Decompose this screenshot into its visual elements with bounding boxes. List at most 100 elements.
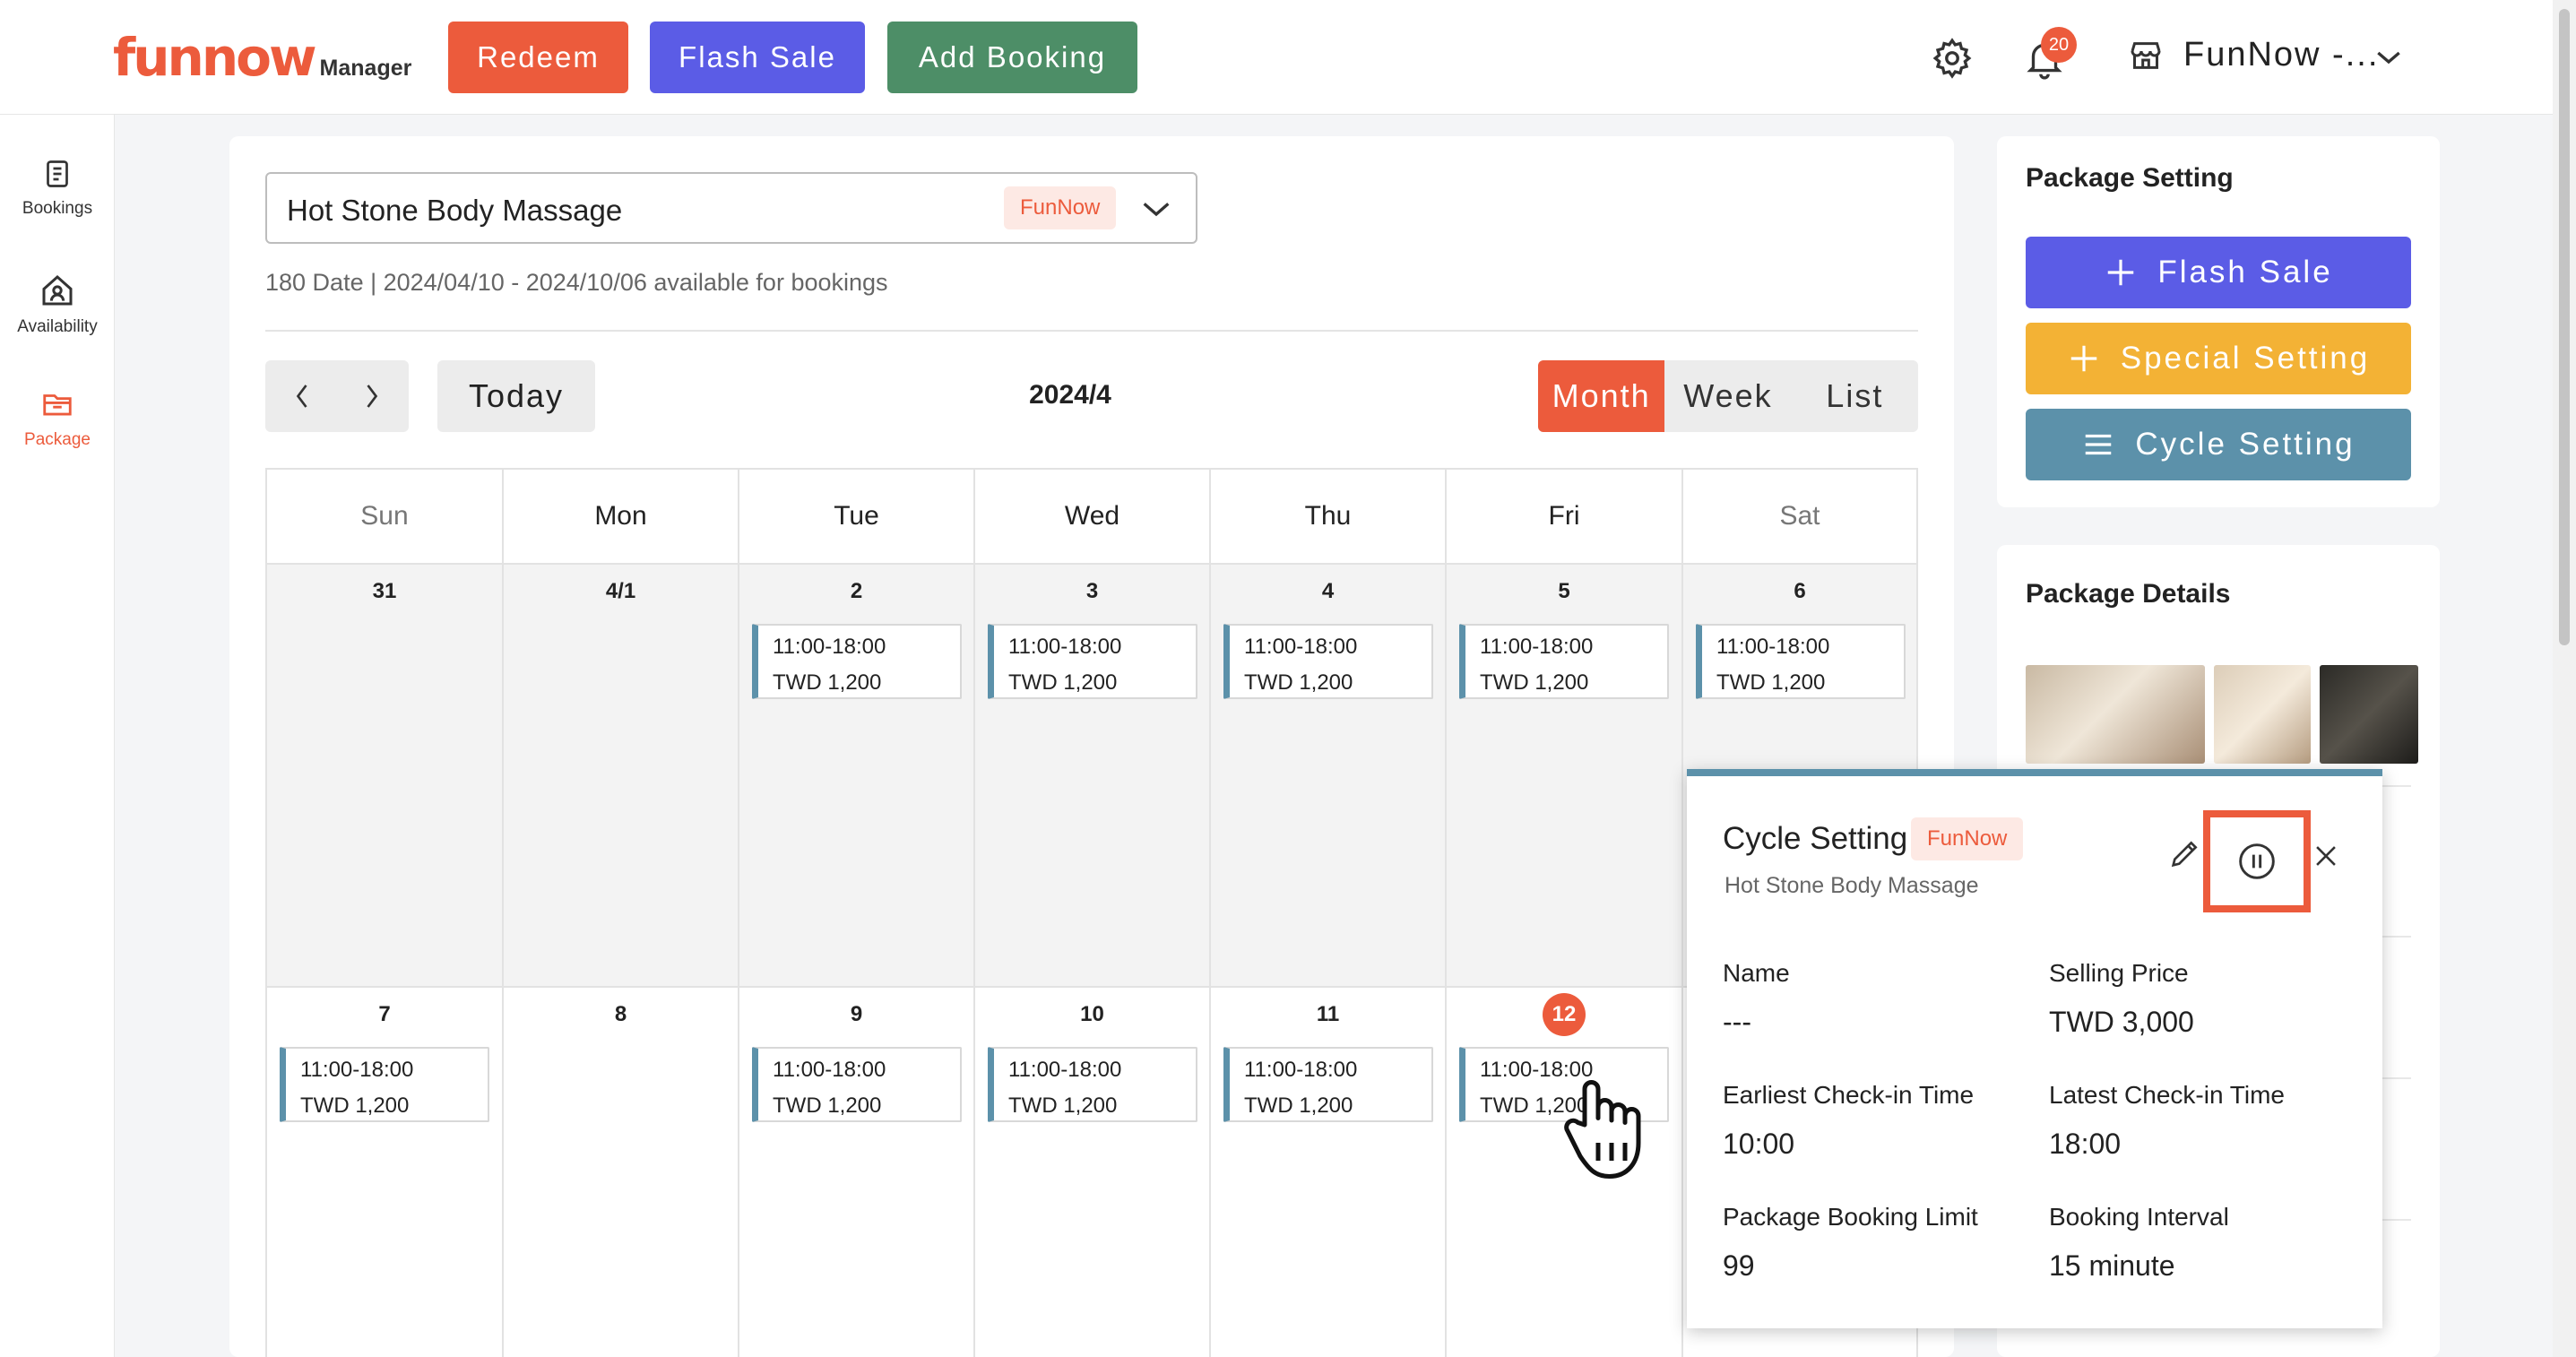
calendar-day[interactable]: 9 11:00-18:00 TWD 1,200 <box>739 988 975 1357</box>
day-header: Sat <box>1683 470 1918 565</box>
calendar-event[interactable]: 11:00-18:00 TWD 1,200 <box>280 1047 489 1122</box>
calendar-event[interactable]: 11:00-18:00 TWD 1,200 <box>988 1047 1197 1122</box>
chevron-down-icon[interactable] <box>1138 197 1174 222</box>
day-number: 10 <box>1080 1002 1104 1026</box>
calendar-event[interactable]: 11:00-18:00 TWD 1,200 <box>1459 624 1669 699</box>
day-number: 5 <box>1558 579 1570 603</box>
day-number: 11 <box>1316 1002 1340 1026</box>
gear-icon[interactable] <box>1930 36 1975 81</box>
day-number: 6 <box>1794 579 1806 603</box>
divider <box>265 330 1918 332</box>
chevron-left-icon[interactable] <box>289 380 316 412</box>
event-time: 11:00-18:00 <box>773 1058 886 1082</box>
calendar-day[interactable]: 2 11:00-18:00 TWD 1,200 <box>739 565 975 988</box>
latest-checkin-label: Latest Check-in Time <box>2049 1081 2285 1109</box>
calendar-day[interactable]: 8 <box>504 988 739 1357</box>
add-flash-sale-button[interactable]: Flash Sale <box>2026 237 2411 308</box>
earliest-checkin-label: Earliest Check-in Time <box>1723 1081 1975 1109</box>
calendar-day[interactable]: 7 11:00-18:00 TWD 1,200 <box>267 988 504 1357</box>
calendar-event[interactable]: 11:00-18:00 TWD 1,200 <box>752 1047 962 1122</box>
add-special-setting-button[interactable]: Special Setting <box>2026 323 2411 394</box>
redeem-button[interactable]: Redeem <box>448 22 628 93</box>
selling-price-label: Selling Price <box>2049 959 2189 987</box>
calendar-day[interactable]: 4/1 <box>504 565 739 988</box>
day-header: Tue <box>739 470 975 565</box>
day-number: 3 <box>1085 579 1099 603</box>
calendar-event[interactable]: 11:00-18:00 TWD 1,200 <box>1696 624 1906 699</box>
booking-limit-value: 99 <box>1723 1249 1755 1282</box>
event-price: TWD 1,200 <box>1716 670 1826 695</box>
calendar-day[interactable]: 31 <box>267 565 504 988</box>
chevron-down-icon[interactable] <box>2371 39 2407 75</box>
pencil-icon[interactable] <box>2167 835 2203 871</box>
calendar-day[interactable]: 3 11:00-18:00 TWD 1,200 <box>975 565 1211 988</box>
latest-checkin-value: 18:00 <box>2049 1128 2122 1160</box>
day-header: Thu <box>1211 470 1447 565</box>
calendar-event[interactable]: 11:00-18:00 TWD 1,200 <box>752 624 962 699</box>
day-number: 4/1 <box>605 579 636 603</box>
page-scrollbar[interactable] <box>2553 0 2576 1357</box>
funnow-logo[interactable]: funnow Manager <box>113 27 411 88</box>
calendar-event[interactable]: 11:00-18:00 TWD 1,200 <box>1223 1047 1433 1122</box>
name-label: Name <box>1723 959 1790 987</box>
month-title: 2024/4 <box>1029 380 1111 410</box>
cycle-setting-button[interactable]: Cycle Setting <box>2026 409 2411 480</box>
pause-button[interactable] <box>2203 810 2311 912</box>
close-icon[interactable] <box>2311 841 2341 871</box>
calendar-event[interactable]: 11:00-18:00 TWD 1,200 <box>988 624 1197 699</box>
tab-month[interactable]: Month <box>1538 360 1665 432</box>
event-price: TWD 1,200 <box>1244 1093 1353 1118</box>
popover-subtitle: Hot Stone Body Massage <box>1725 873 1979 898</box>
event-time: 11:00-18:00 <box>1008 1058 1122 1082</box>
event-price: TWD 1,200 <box>1008 1093 1118 1118</box>
chevron-right-icon[interactable] <box>359 380 385 412</box>
day-header: Mon <box>504 470 739 565</box>
today-button[interactable]: Today <box>437 360 595 432</box>
booking-interval-value: 15 minute <box>2049 1249 2175 1282</box>
booking-interval-label: Booking Interval <box>2049 1203 2229 1231</box>
package-select[interactable]: Hot Stone Body Massage FunNow <box>265 172 1197 244</box>
package-setting-card: Package Setting Flash Sale Special Setti… <box>1997 136 2440 507</box>
funnow-tag: FunNow <box>1004 186 1117 229</box>
sidebar-item-package[interactable]: Package <box>0 387 115 450</box>
scrollbar-thumb[interactable] <box>2559 9 2570 645</box>
add-booking-button[interactable]: Add Booking <box>887 22 1137 93</box>
event-price: TWD 1,200 <box>1008 670 1118 695</box>
calendar-day[interactable]: 4 11:00-18:00 TWD 1,200 <box>1211 565 1447 988</box>
event-price: TWD 1,200 <box>1480 670 1589 695</box>
calendar-event[interactable]: 11:00-18:00 TWD 1,200 <box>1223 624 1433 699</box>
flash-sale-label: Flash Sale <box>2157 255 2333 290</box>
calendar-day[interactable]: 11 11:00-18:00 TWD 1,200 <box>1211 988 1447 1357</box>
sidebar-item-bookings[interactable]: Bookings <box>0 158 115 219</box>
calendar-day[interactable]: 5 11:00-18:00 TWD 1,200 <box>1447 565 1683 988</box>
calendar-day[interactable]: 10 11:00-18:00 TWD 1,200 <box>975 988 1211 1357</box>
tab-week[interactable]: Week <box>1664 360 1791 432</box>
package-photo[interactable] <box>2026 665 2205 764</box>
event-time: 11:00-18:00 <box>1008 635 1122 659</box>
day-number: 9 <box>850 1002 863 1026</box>
event-time: 11:00-18:00 <box>773 635 886 659</box>
day-number: 2 <box>850 579 863 603</box>
event-price: TWD 1,200 <box>300 1093 410 1118</box>
availability-text: 180 Date | 2024/04/10 - 2024/10/06 avail… <box>265 269 888 296</box>
calendar-nav <box>265 360 409 432</box>
funnow-tag: FunNow <box>1911 817 2024 860</box>
package-details-title: Package Details <box>2026 579 2231 609</box>
package-photo[interactable] <box>2214 665 2311 764</box>
store-selector[interactable]: FunNow -... <box>2183 36 2379 74</box>
today-marker: 12 <box>1543 993 1586 1036</box>
sidebar-item-availability[interactable]: Availability <box>0 272 115 337</box>
sidebar-label-bookings: Bookings <box>22 199 93 218</box>
day-number: 7 <box>378 1002 391 1026</box>
package-photo[interactable] <box>2320 665 2418 764</box>
folder-icon <box>43 394 72 416</box>
day-header: Sun <box>267 470 504 565</box>
booking-limit-label: Package Booking Limit <box>1723 1203 1978 1231</box>
pause-icon <box>2239 843 2275 879</box>
event-time: 11:00-18:00 <box>1716 635 1830 659</box>
flash-sale-button[interactable]: Flash Sale <box>650 22 865 93</box>
sidebar-label-availability: Availability <box>17 317 98 336</box>
day-number: 8 <box>614 1002 627 1026</box>
tab-list[interactable]: List <box>1792 360 1918 432</box>
menu-icon <box>2086 434 2112 455</box>
